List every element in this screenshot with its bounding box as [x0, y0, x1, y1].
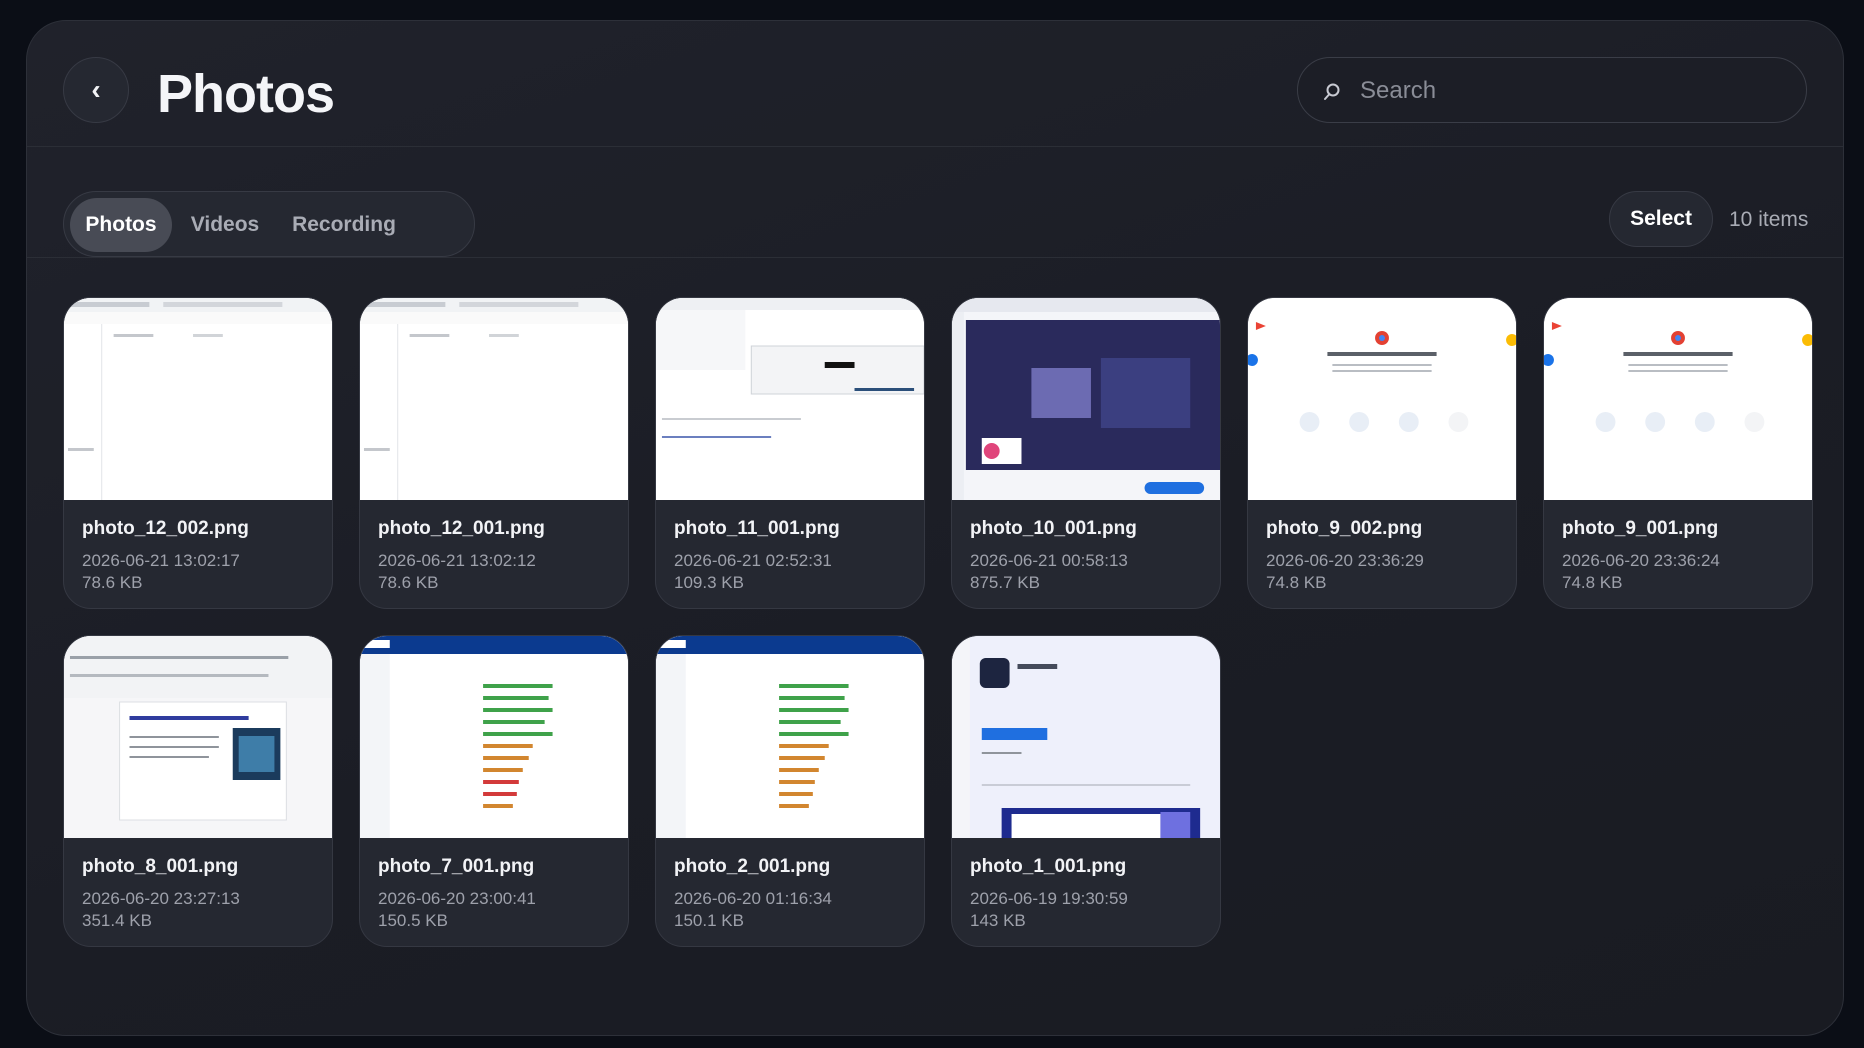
- header: ‹ Photos: [27, 21, 1843, 147]
- photo-size: 150.1 KB: [674, 911, 744, 930]
- photo-card[interactable]: photo_12_001.png 2026-06-21 13:02:12 78.…: [359, 297, 629, 609]
- search-box[interactable]: [1297, 57, 1807, 123]
- photos-window: ‹ Photos Photos Videos Recording Select …: [26, 20, 1844, 1036]
- photo-thumbnail: [64, 298, 332, 500]
- photo-name: photo_12_002.png: [82, 518, 249, 539]
- photo-name: photo_7_001.png: [378, 856, 535, 877]
- photo-date: 2026-06-20 23:36:29: [1266, 551, 1424, 570]
- photo-name: photo_1_001.png: [970, 856, 1127, 877]
- search-icon: [1320, 76, 1344, 106]
- photo-thumbnail: [64, 636, 332, 838]
- tab-photos[interactable]: Photos: [70, 198, 172, 252]
- photo-name: photo_12_001.png: [378, 518, 545, 539]
- item-count: 10 items: [1729, 208, 1809, 231]
- photo-date: 2026-06-19 19:30:59: [970, 889, 1128, 908]
- photo-size: 109.3 KB: [674, 573, 744, 592]
- tab-videos[interactable]: Videos: [178, 198, 272, 252]
- photo-size: 74.8 KB: [1562, 573, 1623, 592]
- photo-size: 143 KB: [970, 911, 1026, 930]
- photo-card[interactable]: photo_10_001.png 2026-06-21 00:58:13 875…: [951, 297, 1221, 609]
- photo-size: 351.4 KB: [82, 911, 152, 930]
- photo-date: 2026-06-21 02:52:31: [674, 551, 832, 570]
- photo-name: photo_9_002.png: [1266, 518, 1423, 539]
- photo-card[interactable]: photo_12_002.png 2026-06-21 13:02:17 78.…: [63, 297, 333, 609]
- photo-name: photo_2_001.png: [674, 856, 831, 877]
- photo-card[interactable]: photo_1_001.png 2026-06-19 19:30:59 143 …: [951, 635, 1221, 947]
- photo-thumbnail: [360, 298, 628, 500]
- photo-size: 150.5 KB: [378, 911, 448, 930]
- photo-date: 2026-06-21 00:58:13: [970, 551, 1128, 570]
- photo-card[interactable]: photo_9_002.png 2026-06-20 23:36:29 74.8…: [1247, 297, 1517, 609]
- photo-thumbnail: [952, 636, 1220, 838]
- photo-size: 74.8 KB: [1266, 573, 1327, 592]
- photo-name: photo_8_001.png: [82, 856, 239, 877]
- search-input[interactable]: [1360, 72, 1780, 110]
- photo-card[interactable]: photo_2_001.png 2026-06-20 01:16:34 150.…: [655, 635, 925, 947]
- tab-recording[interactable]: Recording: [280, 198, 408, 252]
- photo-thumbnail: [656, 298, 924, 500]
- toolbar: Photos Videos Recording Select 10 items: [27, 148, 1843, 258]
- photo-date: 2026-06-20 23:00:41: [378, 889, 536, 908]
- photo-size: 78.6 KB: [378, 573, 439, 592]
- chevron-left-icon: ‹: [91, 74, 101, 105]
- select-button[interactable]: Select: [1609, 191, 1713, 247]
- photo-thumbnail: [1248, 298, 1516, 500]
- photo-name: photo_10_001.png: [970, 518, 1137, 539]
- photo-card[interactable]: photo_11_001.png 2026-06-21 02:52:31 109…: [655, 297, 925, 609]
- photo-date: 2026-06-21 13:02:12: [378, 551, 536, 570]
- photo-date: 2026-06-20 23:36:24: [1562, 551, 1720, 570]
- photo-size: 78.6 KB: [82, 573, 143, 592]
- photo-date: 2026-06-21 13:02:17: [82, 551, 240, 570]
- photo-thumbnail: [656, 636, 924, 838]
- photo-card[interactable]: photo_9_001.png 2026-06-20 23:36:24 74.8…: [1543, 297, 1813, 609]
- photo-name: photo_9_001.png: [1562, 518, 1719, 539]
- photo-card[interactable]: photo_8_001.png 2026-06-20 23:27:13 351.…: [63, 635, 333, 947]
- photo-thumbnail: [952, 298, 1220, 500]
- photo-date: 2026-06-20 23:27:13: [82, 889, 240, 908]
- page-title: Photos: [157, 64, 335, 124]
- photo-thumbnail: [360, 636, 628, 838]
- photo-thumbnail: [1544, 298, 1812, 500]
- media-tabs: Photos Videos Recording: [63, 191, 475, 257]
- photo-date: 2026-06-20 01:16:34: [674, 889, 832, 908]
- photo-name: photo_11_001.png: [674, 518, 840, 539]
- photo-size: 875.7 KB: [970, 573, 1040, 592]
- photo-card[interactable]: photo_7_001.png 2026-06-20 23:00:41 150.…: [359, 635, 629, 947]
- back-button[interactable]: ‹: [63, 57, 129, 123]
